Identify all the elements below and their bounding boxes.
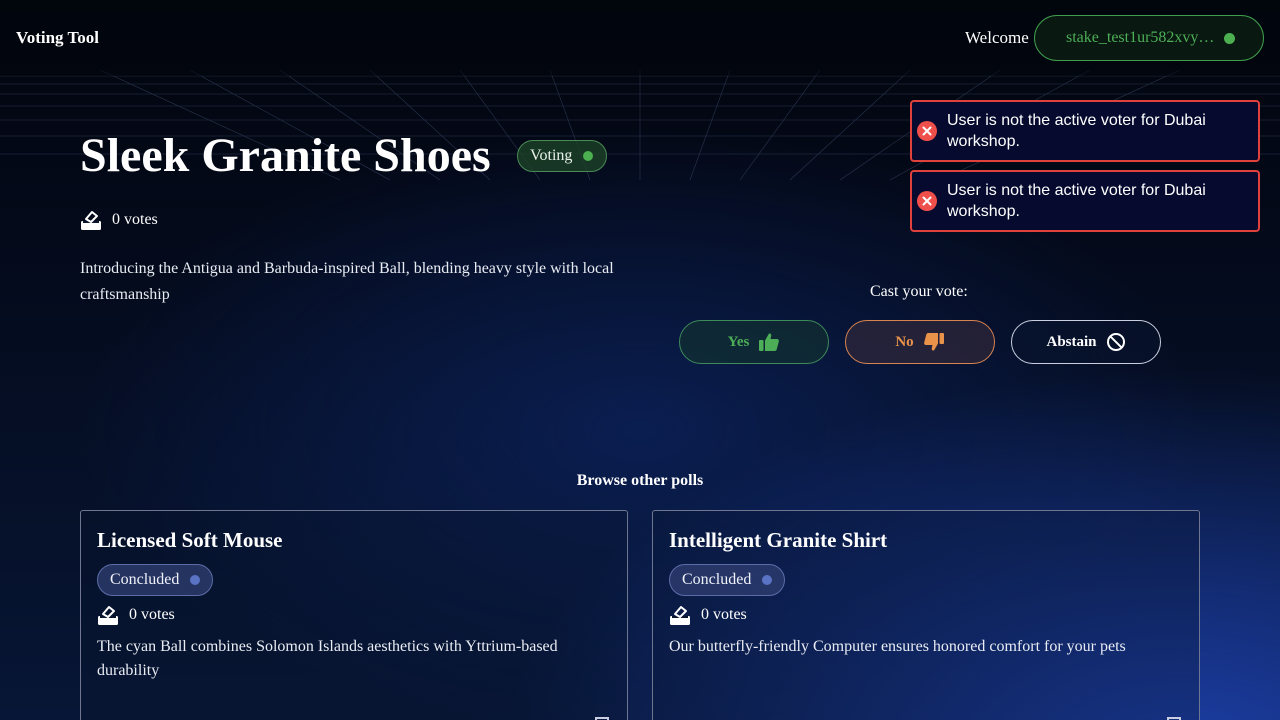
- poll-card[interactable]: Licensed Soft Mouse Concluded 0 votes Th…: [80, 510, 628, 720]
- vote-abstain-label: Abstain: [1046, 333, 1097, 350]
- thumbs-up-icon: [759, 333, 780, 351]
- poll-title: Sleek Granite Shoes: [80, 129, 491, 182]
- error-x-icon: [917, 191, 937, 211]
- error-toast[interactable]: User is not the active voter for Dubai w…: [910, 170, 1260, 232]
- app-brand[interactable]: Voting Tool: [16, 28, 99, 48]
- toast-message: User is not the active voter for Dubai w…: [947, 182, 1206, 220]
- poll-card-title: Intelligent Granite Shirt: [669, 528, 888, 552]
- ballot-box-icon: [670, 606, 690, 625]
- poll-card-votes: 0 votes: [669, 604, 747, 626]
- poll-status-label: Voting: [530, 147, 573, 164]
- wallet-address: stake_test1ur582xvy…: [1066, 29, 1215, 46]
- vote-yes-button[interactable]: Yes: [679, 320, 829, 364]
- wallet-button[interactable]: stake_test1ur582xvy…: [1034, 15, 1264, 61]
- poll-card-description: Our butterfly-friendly Computer ensures …: [669, 638, 1126, 655]
- poll-votes-count: 0 votes: [112, 211, 158, 228]
- vote-yes-label: Yes: [727, 333, 750, 350]
- top-navbar: Voting Tool Welcome stake_test1ur582xvy…: [0, 0, 1280, 76]
- vote-no-button[interactable]: No: [845, 320, 995, 364]
- browse-polls-heading: Browse other polls: [576, 472, 704, 489]
- vote-abstain-button[interactable]: Abstain: [1011, 320, 1161, 364]
- vote-no-label: No: [895, 333, 914, 350]
- poll-votes: 0 votes: [80, 209, 158, 231]
- status-dot: [190, 575, 201, 585]
- poll-card-status-badge: Concluded: [669, 564, 786, 596]
- toast-message: User is not the active voter for Dubai w…: [947, 112, 1206, 150]
- poll-card-votes-count: 0 votes: [129, 606, 175, 623]
- poll-status-badge: Voting: [517, 140, 607, 172]
- poll-description: Introducing the Antigua and Barbuda-insp…: [80, 260, 614, 303]
- ballot-box-icon: [98, 606, 118, 625]
- thumbs-down-icon: [923, 333, 944, 351]
- poll-card-votes-count: 0 votes: [701, 606, 747, 623]
- prohibited-icon: [1106, 333, 1125, 351]
- status-dot: [583, 151, 594, 161]
- poll-card[interactable]: Intelligent Granite Shirt Concluded 0 vo…: [652, 510, 1200, 720]
- ballot-box-icon: [81, 211, 101, 230]
- poll-card-description: The cyan Ball combines Solomon Islands a…: [97, 638, 558, 679]
- poll-card-status-label: Concluded: [682, 571, 752, 588]
- poll-card-votes: 0 votes: [97, 604, 175, 626]
- error-x-icon: [917, 121, 937, 141]
- welcome-label: Welcome: [965, 28, 1029, 47]
- cast-vote-label: Cast your vote:: [870, 283, 968, 300]
- poll-card-status-label: Concluded: [110, 571, 180, 588]
- wallet-connected-indicator: [1224, 33, 1235, 44]
- status-dot: [762, 575, 773, 585]
- poll-card-title: Licensed Soft Mouse: [97, 528, 283, 552]
- error-toast[interactable]: User is not the active voter for Dubai w…: [910, 100, 1260, 162]
- poll-card-status-badge: Concluded: [97, 564, 214, 596]
